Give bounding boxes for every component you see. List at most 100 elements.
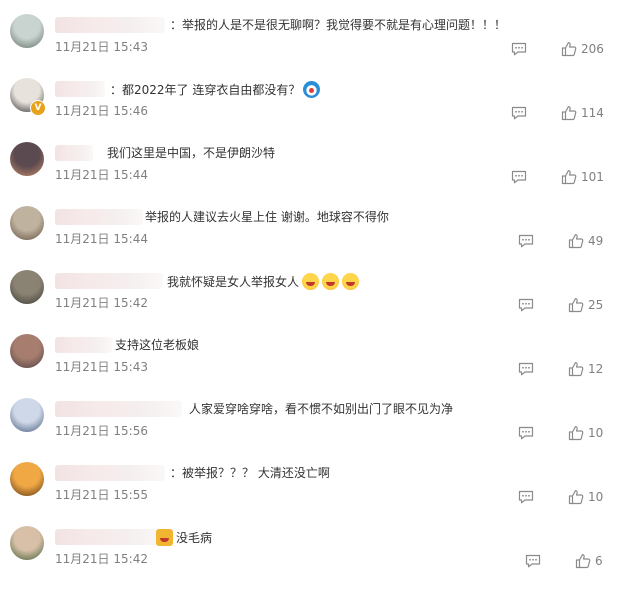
avatar[interactable] [10,206,44,240]
thumbs-up-icon[interactable] [568,233,584,249]
avatar[interactable] [10,142,44,176]
username-blurred[interactable] [55,529,163,545]
comment-body: 举报的人建议去火星上住 谢谢。地球容不得你 [145,210,389,224]
comment-text: ：被举报？？？ 大清还没亡啊 [170,465,330,481]
like-count: 101 [581,170,604,184]
comment-reply-icon[interactable] [511,170,527,184]
comment-text: 支持这位老板娘 [115,337,199,353]
username-blurred[interactable] [55,273,163,289]
avatar[interactable] [10,398,44,432]
avatar[interactable] [10,270,44,304]
comment-timestamp: 11月21日 15:43 [55,359,148,375]
like-count: 49 [588,234,604,248]
comment-reply-icon[interactable] [518,234,534,248]
doraemon-emoji [303,81,321,98]
like-count: 114 [581,106,604,120]
thumbs-up-icon[interactable] [561,41,577,57]
comment-item: 支持这位老板娘 11月21日 15:43 12 [0,334,637,398]
avatar[interactable] [10,14,44,48]
username-blurred[interactable] [55,337,112,353]
comment-date: 11月21日 [55,40,110,54]
thumbs-up-icon[interactable] [568,297,584,313]
comment-timestamp: 11月21日 15:56 [55,423,148,439]
comment-item: 我就怀疑是女人举报女人 11月21日 15:42 25 [0,270,637,334]
comment-body: 我就怀疑是女人举报女人 [167,274,300,289]
thumbs-up-icon[interactable] [575,553,591,569]
comment-body: 我们这里是中国，不是伊朗沙特 [107,146,276,160]
comment-item: ：被举报？？？ 大清还没亡啊 11月21日 15:55 10 [0,462,637,526]
comment-text: ：举报的人是不是很无聊啊？我觉得要不就是有心理问题！！！ [170,17,506,33]
grinning-emoji [322,273,340,290]
like-count: 10 [588,426,604,440]
comment-body: 人家爱穿啥穿啥，看不惯不如别出门了眼不见为净 [189,402,454,416]
comment-item: 我们这里是中国，不是伊朗沙特 11月21日 15:44 101 [0,142,637,206]
comment-time: 15:56 [113,424,148,438]
comment-item: 举报的人建议去火星上住 谢谢。地球容不得你 11月21日 15:44 49 [0,206,637,270]
comment-timestamp: 11月21日 15:42 [55,551,148,567]
comment-reply-icon[interactable] [518,362,534,376]
like-count: 206 [581,42,604,56]
comment-timestamp: 11月21日 15:44 [55,231,148,247]
comment-item: V ：都2022年了 连穿衣自由都没有？ 11月21日 15:46 114 [0,78,637,142]
comment-time: 15:42 [113,552,148,566]
comment-timestamp: 11月21日 15:42 [55,295,148,311]
comment-body: 支持这位老板娘 [115,338,200,352]
username-blurred[interactable] [55,145,93,161]
comment-date: 11月21日 [55,552,110,566]
like-count: 10 [588,490,604,504]
medal-emoji [156,529,173,546]
comment-date: 11月21日 [55,168,110,182]
verified-badge-icon: V [30,100,46,116]
comment-body: ：被举报？？？ 大清还没亡啊 [170,466,330,480]
comment-text: 我们这里是中国，不是伊朗沙特 [107,145,275,161]
comment-date: 11月21日 [55,296,110,310]
comment-reply-icon[interactable] [525,554,541,568]
comment-text: ：都2022年了 连穿衣自由都没有？ [110,81,321,98]
username-blurred[interactable] [55,465,165,481]
comment-reply-icon[interactable] [518,298,534,312]
laughing-emoji [342,273,360,290]
avatar[interactable] [10,526,44,560]
comment-reply-icon[interactable] [518,426,534,440]
comment-timestamp: 11月21日 15:43 [55,39,148,55]
comment-time: 15:43 [113,40,148,54]
comment-date: 11月21日 [55,360,110,374]
username-blurred[interactable] [55,209,143,225]
thumbs-up-icon[interactable] [568,489,584,505]
comment-date: 11月21日 [55,232,110,246]
comment-reply-icon[interactable] [518,490,534,504]
comment-reply-icon[interactable] [511,42,527,56]
username-blurred[interactable] [55,17,165,33]
avatar[interactable] [10,334,44,368]
username-blurred[interactable] [55,81,105,97]
thumbs-up-icon[interactable] [561,169,577,185]
comment-time: 15:43 [113,360,148,374]
comment-date: 11月21日 [55,424,110,438]
thumbs-up-icon[interactable] [568,361,584,377]
comment-timestamp: 11月21日 15:46 [55,103,148,119]
comment-date: 11月21日 [55,104,110,118]
like-count: 25 [588,298,604,312]
comment-item: 没毛病 11月21日 15:42 6 [0,526,637,590]
laughing-tears-emoji [302,273,320,290]
comment-text: 我就怀疑是女人举报女人 [167,273,360,290]
comment-reply-icon[interactable] [511,106,527,120]
like-count: 6 [595,554,603,568]
comment-text: 人家爱穿啥穿啥，看不惯不如别出门了眼不见为净 [189,401,453,417]
comment-time: 15:44 [113,232,148,246]
comment-body: ：都2022年了 连穿衣自由都没有？ [110,82,301,97]
comment-time: 15:55 [113,488,148,502]
comment-timestamp: 11月21日 15:44 [55,167,148,183]
comment-item: ：举报的人是不是很无聊啊？我觉得要不就是有心理问题！！！ 11月21日 15:4… [0,14,637,78]
thumbs-up-icon[interactable] [568,425,584,441]
comment-body: ：举报的人是不是很无聊啊？我觉得要不就是有心理问题！！！ [170,18,507,32]
thumbs-up-icon[interactable] [561,105,577,121]
comment-time: 15:46 [113,104,148,118]
comment-time: 15:44 [113,168,148,182]
comment-text: 举报的人建议去火星上住 谢谢。地球容不得你 [145,209,389,225]
comment-text: 没毛病 [156,529,212,546]
comment-timestamp: 11月21日 15:55 [55,487,148,503]
comment-time: 15:42 [113,296,148,310]
username-blurred[interactable] [55,401,182,417]
avatar[interactable] [10,462,44,496]
